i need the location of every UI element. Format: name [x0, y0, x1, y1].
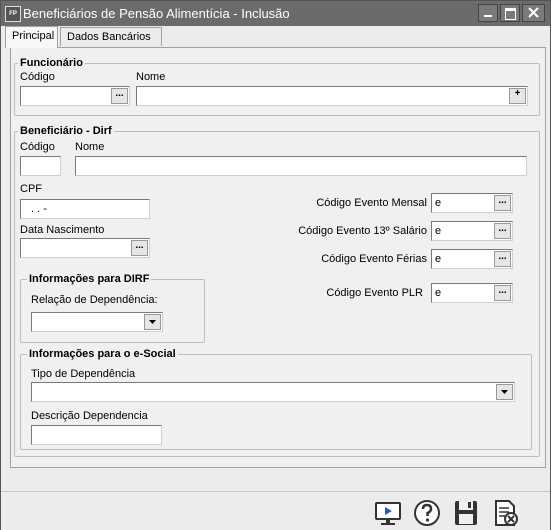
funcionario-codigo-field[interactable]: ...: [20, 86, 130, 106]
funcionario-codigo-lookup-button[interactable]: ...: [111, 88, 128, 104]
app-window: FP Beneficiários de Pensão Alimentícia -…: [0, 0, 551, 530]
relacao-dependencia-select[interactable]: [31, 312, 163, 332]
tipo-dependencia-select[interactable]: [31, 382, 515, 402]
funcionario-codigo-label: Código: [20, 71, 55, 83]
evento-ferias-field[interactable]: e ...: [431, 249, 513, 269]
evento-13-lookup-button[interactable]: ...: [494, 223, 511, 239]
descricao-dependencia-label: Descrição Dependencia: [31, 410, 148, 422]
cpf-mask: . . -: [31, 203, 47, 215]
group-dirf-title: Informações para DIRF: [27, 273, 152, 285]
evento-plr-label: Código Evento PLR: [326, 287, 423, 299]
evento-mensal-lookup-button[interactable]: ...: [494, 195, 511, 211]
monitor-icon[interactable]: [373, 498, 403, 528]
beneficiario-codigo-field[interactable]: [20, 156, 61, 176]
data-nascimento-picker-button[interactable]: ...: [131, 240, 148, 256]
beneficiario-codigo-label: Código: [20, 141, 55, 153]
funcionario-nome-field[interactable]: +: [136, 86, 528, 106]
evento-13-label: Código Evento 13º Salário: [298, 225, 427, 237]
minimize-icon: [484, 15, 492, 17]
funcionario-nome-label: Nome: [136, 71, 166, 83]
evento-plr-lookup-button[interactable]: ...: [494, 285, 511, 301]
group-dirf: [20, 279, 205, 343]
title-bar: FP Beneficiários de Pensão Alimentícia -…: [1, 1, 550, 26]
group-esocial-title: Informações para o e-Social: [27, 348, 178, 360]
evento-13-value: e: [435, 225, 442, 237]
cancel-document-icon[interactable]: [490, 498, 520, 528]
evento-ferias-lookup-button[interactable]: ...: [494, 251, 511, 267]
funcionario-add-button[interactable]: +: [509, 88, 526, 104]
beneficiario-nome-label: Nome: [75, 141, 105, 153]
evento-plr-field[interactable]: e ...: [431, 283, 513, 303]
tipo-dependencia-label: Tipo de Dependência: [31, 368, 136, 380]
evento-mensal-label: Código Evento Mensal: [316, 197, 427, 209]
relacao-dependencia-dropdown-button[interactable]: [144, 314, 161, 330]
help-icon[interactable]: [412, 498, 442, 528]
group-beneficiario-title: Beneficiário - Dirf: [18, 125, 114, 137]
evento-mensal-field[interactable]: e ...: [431, 193, 513, 213]
window-title: Beneficiários de Pensão Alimentícia - In…: [23, 6, 290, 21]
tipo-dependencia-dropdown-button[interactable]: [496, 384, 513, 400]
minimize-button[interactable]: [478, 4, 498, 22]
data-nascimento-label: Data Nascimento: [20, 224, 105, 236]
cpf-field[interactable]: . . -: [20, 199, 150, 219]
tab-dados-bancarios[interactable]: Dados Bancários: [60, 27, 162, 46]
save-icon[interactable]: [451, 498, 481, 528]
evento-13-field[interactable]: e ...: [431, 221, 513, 241]
close-icon: [528, 7, 539, 18]
chevron-down-icon: [501, 390, 508, 394]
tab-principal[interactable]: Principal: [5, 26, 58, 48]
maximize-button[interactable]: [500, 4, 520, 22]
maximize-icon: [505, 8, 516, 20]
beneficiario-nome-field[interactable]: [75, 156, 527, 176]
group-funcionario-title: Funcionário: [18, 57, 85, 69]
tab-panel-principal: Funcionário Código Nome ... + Beneficiár…: [10, 47, 546, 468]
evento-ferias-value: e: [435, 253, 442, 265]
app-icon: FP: [5, 6, 21, 22]
relacao-dependencia-label: Relação de Dependência:: [31, 294, 158, 306]
chevron-down-icon: [149, 320, 156, 324]
cpf-label: CPF: [20, 183, 42, 195]
close-button[interactable]: [522, 4, 545, 22]
data-nascimento-field[interactable]: ...: [20, 238, 150, 258]
evento-plr-value: e: [435, 287, 442, 299]
descricao-dependencia-field[interactable]: [31, 425, 162, 445]
evento-ferias-label: Código Evento Férias: [321, 253, 427, 265]
evento-mensal-value: e: [435, 197, 442, 209]
